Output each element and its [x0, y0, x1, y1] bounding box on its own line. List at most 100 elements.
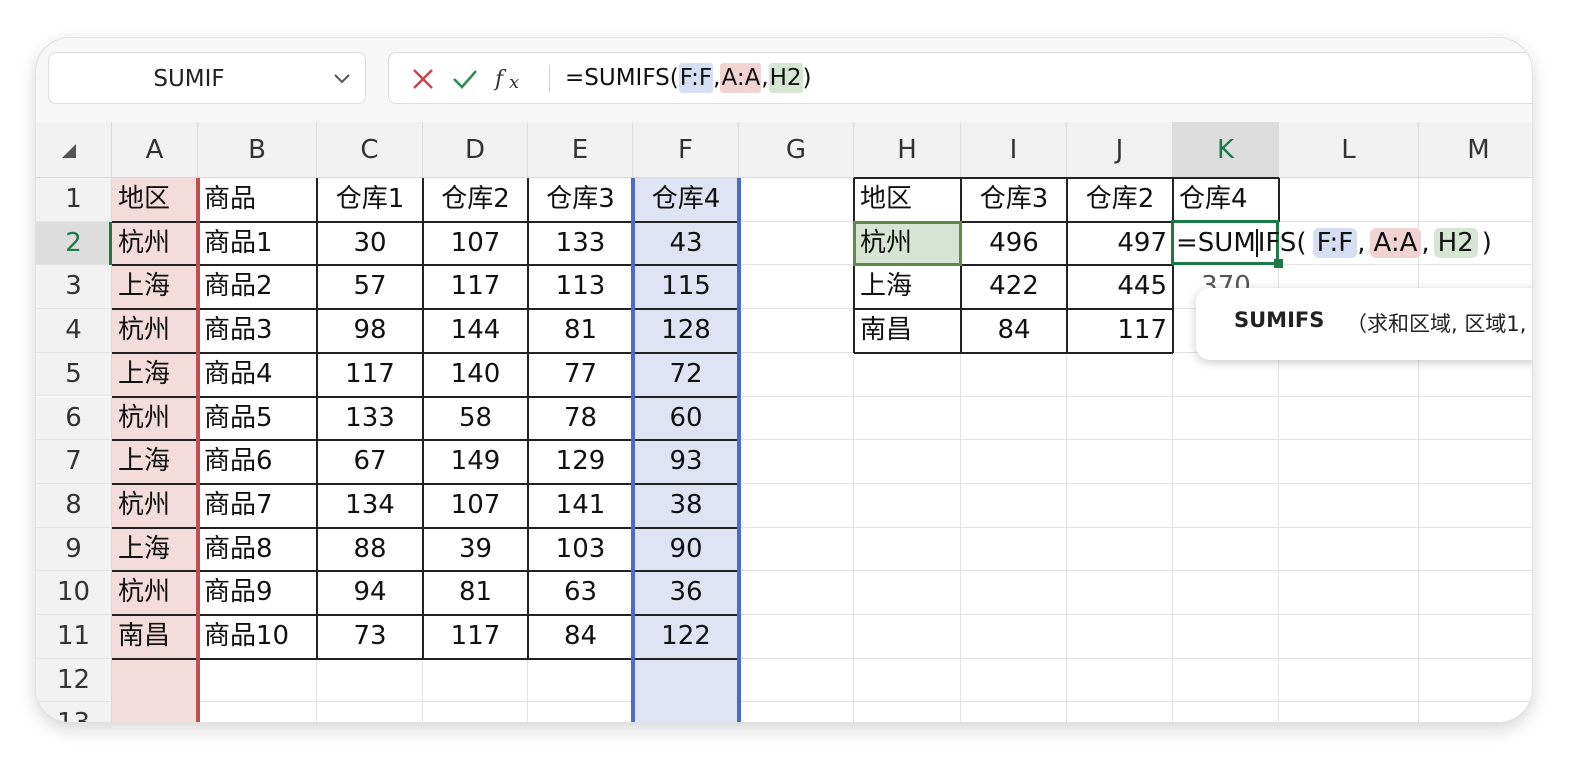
column-header-b[interactable]: B [198, 122, 317, 178]
table1-cell[interactable]: 商品6 [198, 440, 317, 484]
column-header-h[interactable]: H [854, 122, 961, 178]
table1-cell[interactable]: 90 [633, 528, 739, 572]
table1-cell[interactable]: 商品2 [198, 265, 317, 309]
column-header-g[interactable]: G [739, 122, 854, 178]
table1-header[interactable]: 仓库3 [528, 178, 633, 222]
column-header-m[interactable]: M [1419, 122, 1532, 178]
table1-cell[interactable]: 134 [317, 484, 423, 528]
table1-cell[interactable]: 杭州 [112, 571, 198, 615]
table1-cell[interactable]: 107 [423, 222, 528, 266]
table1-cell[interactable]: 杭州 [112, 309, 198, 353]
column-header-l[interactable]: L [1279, 122, 1419, 178]
table1-cell[interactable]: 133 [528, 222, 633, 266]
column-header-f[interactable]: F [633, 122, 739, 178]
table1-cell[interactable]: 88 [317, 528, 423, 572]
table1-cell[interactable]: 81 [423, 571, 528, 615]
table1-cell[interactable]: 商品7 [198, 484, 317, 528]
table1-cell[interactable]: 商品5 [198, 397, 317, 441]
table2-header[interactable]: 仓库2 [1067, 178, 1173, 222]
table1-cell[interactable]: 63 [528, 571, 633, 615]
table1-cell[interactable]: 36 [633, 571, 739, 615]
table2-header[interactable]: 地区 [854, 178, 961, 222]
table2-cell[interactable]: 445 [1067, 265, 1173, 309]
select-all-button[interactable] [36, 122, 112, 178]
table1-cell[interactable]: 商品1 [198, 222, 317, 266]
formula-bar[interactable]: f x =SUMIFS(F:F,A:A,H2) [388, 52, 1532, 104]
column-header-k[interactable]: K [1173, 122, 1279, 178]
table1-cell[interactable]: 122 [633, 615, 739, 659]
table1-cell[interactable]: 杭州 [112, 222, 198, 266]
table1-cell[interactable]: 商品9 [198, 571, 317, 615]
table1-cell[interactable]: 杭州 [112, 397, 198, 441]
table1-cell[interactable]: 商品4 [198, 353, 317, 397]
table1-cell[interactable]: 117 [423, 615, 528, 659]
table1-cell[interactable]: 141 [528, 484, 633, 528]
table1-cell[interactable]: 38 [633, 484, 739, 528]
table1-cell[interactable]: 商品10 [198, 615, 317, 659]
table2-cell[interactable]: 南昌 [854, 309, 961, 353]
row-header-7[interactable]: 7 [36, 440, 112, 484]
column-header-i[interactable]: I [961, 122, 1067, 178]
table2-cell[interactable]: 497 [1067, 222, 1173, 266]
table1-cell[interactable]: 商品8 [198, 528, 317, 572]
column-header-d[interactable]: D [423, 122, 528, 178]
table1-cell[interactable]: 67 [317, 440, 423, 484]
column-header-c[interactable]: C [317, 122, 423, 178]
column-header-e[interactable]: E [528, 122, 633, 178]
row-header-3[interactable]: 3 [36, 265, 112, 310]
table1-cell[interactable]: 140 [423, 353, 528, 397]
table1-cell[interactable]: 94 [317, 571, 423, 615]
table1-cell[interactable]: 77 [528, 353, 633, 397]
table1-cell[interactable]: 81 [528, 309, 633, 353]
table1-cell[interactable]: 南昌 [112, 615, 198, 659]
table1-cell[interactable]: 93 [633, 440, 739, 484]
row-header-12[interactable]: 12 [36, 658, 112, 703]
column-header-a[interactable]: A [112, 122, 198, 178]
table1-cell[interactable]: 113 [528, 265, 633, 309]
table1-cell[interactable]: 上海 [112, 440, 198, 484]
table1-header[interactable]: 仓库2 [423, 178, 528, 222]
row-header-8[interactable]: 8 [36, 483, 112, 528]
table2-cell[interactable]: 杭州 [854, 222, 961, 266]
table1-cell[interactable]: 43 [633, 222, 739, 266]
row-header-5[interactable]: 5 [36, 352, 112, 397]
table1-cell[interactable]: 117 [423, 265, 528, 309]
row-header-9[interactable]: 9 [36, 527, 112, 572]
table2-cell[interactable]: 117 [1067, 309, 1173, 353]
table1-cell[interactable]: 107 [423, 484, 528, 528]
table2-cell[interactable]: 84 [961, 309, 1067, 353]
table1-cell[interactable]: 60 [633, 397, 739, 441]
table1-header[interactable]: 地区 [112, 178, 198, 222]
table1-header[interactable]: 仓库1 [317, 178, 423, 222]
table2-cell[interactable]: 上海 [854, 265, 961, 309]
table2-header[interactable]: 仓库4 [1173, 178, 1279, 222]
check-icon[interactable] [451, 65, 479, 93]
row-header-2[interactable]: 2 [36, 221, 112, 266]
formula-text[interactable]: =SUMIFS(F:F,A:A,H2) [565, 53, 812, 103]
row-header-10[interactable]: 10 [36, 571, 112, 615]
table1-cell[interactable]: 103 [528, 528, 633, 572]
row-header-6[interactable]: 6 [36, 396, 112, 441]
column-header-j[interactable]: J [1067, 122, 1173, 178]
table1-cell[interactable]: 商品3 [198, 309, 317, 353]
table2-cell[interactable]: 496 [961, 222, 1067, 266]
table1-cell[interactable]: 129 [528, 440, 633, 484]
close-x-icon[interactable] [409, 65, 437, 93]
table1-cell[interactable]: 117 [317, 353, 423, 397]
table1-cell[interactable]: 144 [423, 309, 528, 353]
table1-cell[interactable]: 上海 [112, 528, 198, 572]
row-header-4[interactable]: 4 [36, 309, 112, 353]
table1-cell[interactable]: 133 [317, 397, 423, 441]
table1-cell[interactable]: 上海 [112, 265, 198, 309]
fx-icon[interactable]: f x [493, 65, 533, 93]
row-header-1[interactable]: 1 [36, 178, 112, 222]
name-box[interactable]: SUMIF [48, 52, 366, 104]
sheet-grid[interactable]: ABCDEFGHIJKLM12345678910111213地区商品仓库1仓库2… [36, 122, 1532, 722]
table2-cell[interactable]: 422 [961, 265, 1067, 309]
row-header-11[interactable]: 11 [36, 615, 112, 659]
table1-cell[interactable]: 115 [633, 265, 739, 309]
chevron-down-icon[interactable] [331, 67, 353, 89]
table1-cell[interactable]: 58 [423, 397, 528, 441]
table1-header[interactable]: 仓库4 [633, 178, 739, 222]
cell-editor[interactable]: =SUMIFS(F:F, A:A, H2) [1176, 222, 1492, 266]
